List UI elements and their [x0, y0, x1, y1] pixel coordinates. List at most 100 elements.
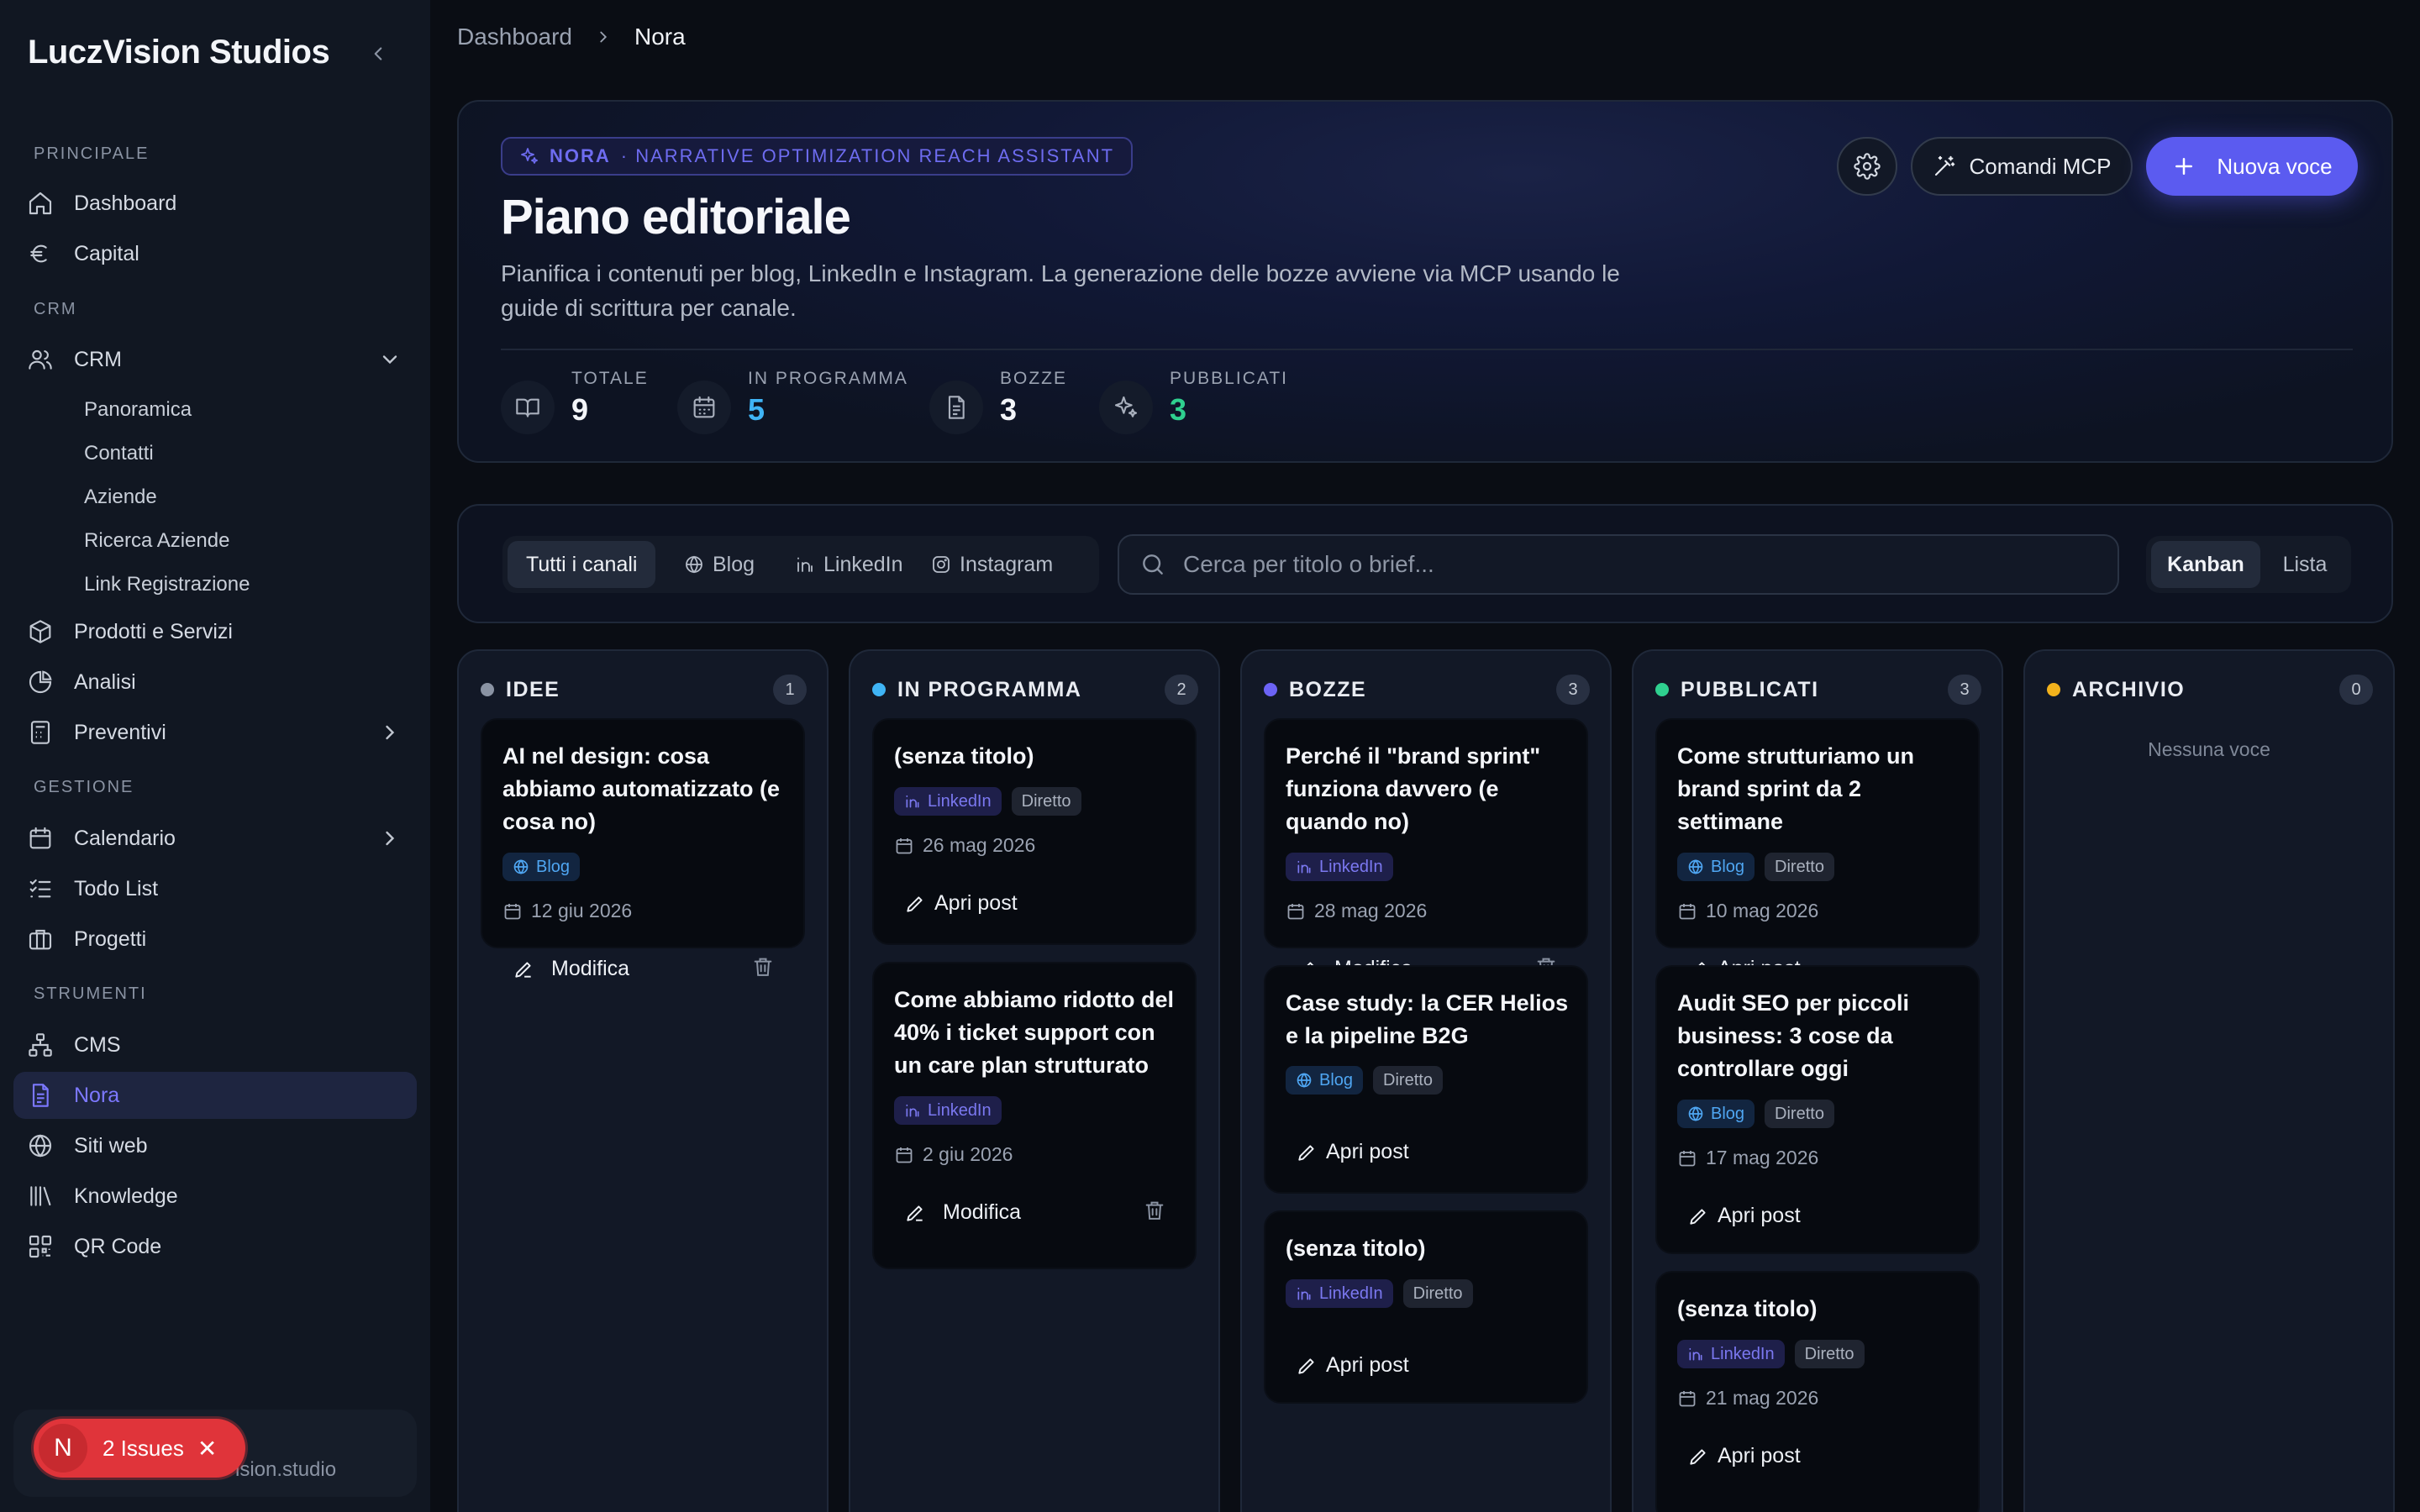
- sidebar-item-analisi[interactable]: Analisi: [13, 659, 417, 706]
- card-title: Case study: la CER Helios e la pipeline …: [1286, 990, 1569, 1048]
- kanban-card[interactable]: Come strutturiamo un brand sprint da 2 s…: [1655, 718, 1980, 980]
- kanban-card[interactable]: Come abbiamo ridotto del 40% i ticket su…: [872, 962, 1197, 1269]
- stat-label: TOTALE: [571, 369, 649, 388]
- sidebar-subitem-ricerca-aziende[interactable]: Ricerca Aziende: [84, 529, 229, 553]
- section-label-gestione: GESTIONE: [34, 778, 134, 796]
- tag-linkedin: LinkedIn: [894, 787, 1002, 816]
- sidebar-item-todo[interactable]: Todo List: [13, 865, 417, 912]
- stat-value: 9: [571, 392, 589, 427]
- kanban-card[interactable]: (senza titolo) LinkedIn Diretto 21 mag 2…: [1655, 1271, 1980, 1512]
- sidebar-item-siti-web[interactable]: Siti web: [13, 1122, 417, 1169]
- card-title: (senza titolo): [1677, 1296, 1818, 1321]
- view-kanban[interactable]: Kanban: [2151, 541, 2260, 588]
- hero-panel: NORA · NARRATIVE OPTIMIZATION REACH ASSI…: [457, 100, 2393, 463]
- calendar-icon: [29, 827, 51, 849]
- action-label: Apri post: [1326, 1140, 1409, 1163]
- kanban-card[interactable]: Perché il "brand sprint" funziona davver…: [1264, 718, 1588, 980]
- kanban-column-idee: IDEE 1 AI nel design: cosa abbiamo autom…: [457, 649, 829, 1512]
- card-tags: LinkedIn Diretto: [1286, 1279, 1483, 1308]
- card-date: 10 mag 2026: [1677, 900, 1818, 922]
- open-post-button[interactable]: Apri post: [904, 891, 1018, 916]
- tag-label: LinkedIn: [1711, 1344, 1775, 1363]
- tag-blog: Blog: [1677, 853, 1755, 881]
- issues-badge[interactable]: N 2 Issues ✕: [34, 1419, 245, 1478]
- sidebar-item-qr-code[interactable]: QR Code: [13, 1223, 417, 1270]
- open-post-button[interactable]: Apri post: [1296, 1140, 1409, 1164]
- tag-diretto: Diretto: [1373, 1066, 1443, 1095]
- kanban-card[interactable]: AI nel design: cosa abbiamo automatizzat…: [481, 718, 805, 980]
- column-count: 0: [2339, 675, 2373, 705]
- filter-all-channels[interactable]: Tutti i canali: [508, 541, 656, 588]
- sidebar-item-capital[interactable]: Capital: [13, 230, 417, 277]
- sidebar-subitem-aziende[interactable]: Aziende: [84, 486, 157, 509]
- collapse-sidebar-button[interactable]: [363, 39, 393, 69]
- card-date: 17 mag 2026: [1677, 1147, 1818, 1169]
- sidebar-subitem-panoramica[interactable]: Panoramica: [84, 398, 192, 422]
- sidebar-item-crm[interactable]: CRM: [13, 336, 417, 383]
- card-date: 26 mag 2026: [894, 834, 1035, 857]
- column-header: IDEE 1: [481, 673, 807, 706]
- open-post-button[interactable]: Apri post: [1296, 1353, 1409, 1378]
- view-lista[interactable]: Lista: [2264, 541, 2346, 588]
- sidebar-item-nora[interactable]: Nora: [13, 1072, 417, 1119]
- action-label: Apri post: [1718, 1204, 1801, 1227]
- globe-icon: [686, 555, 702, 574]
- sidebar-item-dashboard[interactable]: Dashboard: [13, 180, 417, 227]
- brand-name: LuczVision Studios: [28, 34, 330, 71]
- filter-instagram[interactable]: Instagram: [913, 541, 1071, 588]
- pencil-icon: [907, 1205, 923, 1221]
- action-label: Apri post: [1718, 1444, 1801, 1467]
- close-icon[interactable]: ✕: [197, 1435, 217, 1462]
- date-label: 17 mag 2026: [1706, 1147, 1819, 1168]
- sidebar-item-cms[interactable]: CMS: [13, 1021, 417, 1068]
- kanban-card[interactable]: Audit SEO per piccoli business: 3 cose d…: [1655, 965, 1980, 1254]
- kanban-card[interactable]: (senza titolo) LinkedIn Diretto Apri pos…: [1264, 1210, 1588, 1404]
- mcp-commands-button[interactable]: Comandi MCP: [1911, 137, 2133, 196]
- kanban-column-bozze: BOZZE 3 Perché il "brand sprint" funzion…: [1240, 649, 1612, 1512]
- edit-button[interactable]: Modifica: [513, 957, 629, 981]
- sidebar-subitem-contatti[interactable]: Contatti: [84, 442, 154, 465]
- search-input[interactable]: [1183, 551, 2091, 578]
- tag-blog: Blog: [1286, 1066, 1364, 1095]
- sidebar-item-progetti[interactable]: Progetti: [13, 916, 417, 963]
- linkedin-icon: [906, 1104, 919, 1117]
- card-tags: Blog Diretto: [1677, 853, 1844, 881]
- card-title: Audit SEO per piccoli business: 3 cose d…: [1677, 990, 1910, 1081]
- column-header: BOZZE 3: [1264, 673, 1590, 706]
- status-dot: [872, 683, 886, 696]
- card-title: (senza titolo): [1286, 1236, 1426, 1261]
- sidebar-item-label: Calendario: [74, 826, 176, 850]
- edit-button[interactable]: Modifica: [904, 1200, 1021, 1225]
- card-title: Come strutturiamo un brand sprint da 2 s…: [1677, 743, 1915, 834]
- status-dot: [1655, 683, 1669, 696]
- pencil-icon: [907, 895, 923, 912]
- sparkles-icon: [1099, 381, 1153, 434]
- kanban-card[interactable]: Case study: la CER Helios e la pipeline …: [1264, 965, 1588, 1194]
- magic-wand-icon: [1935, 155, 1955, 176]
- divider: [501, 349, 2353, 350]
- tag-label: LinkedIn: [1319, 857, 1383, 876]
- filter-blog[interactable]: Blog: [666, 541, 773, 588]
- filter-linkedin[interactable]: LinkedIn: [776, 541, 922, 588]
- trash-icon[interactable]: [751, 955, 775, 979]
- sidebar-item-preventivi[interactable]: Preventivi: [13, 709, 417, 756]
- sidebar-item-knowledge[interactable]: Knowledge: [13, 1173, 417, 1220]
- tag-label: LinkedIn: [928, 1100, 992, 1120]
- breadcrumb: Dashboard Nora: [457, 24, 686, 50]
- globe-icon: [29, 1134, 52, 1158]
- tag-label: Blog: [1319, 1070, 1354, 1089]
- sidebar-item-label: Analisi: [74, 669, 136, 694]
- trash-icon[interactable]: [1143, 1199, 1166, 1222]
- sidebar-subitem-link-registrazione[interactable]: Link Registrazione: [84, 573, 250, 596]
- kanban-card[interactable]: (senza titolo) LinkedIn Diretto 26 mag 2…: [872, 718, 1197, 945]
- open-post-button[interactable]: Apri post: [1687, 1204, 1801, 1228]
- open-post-button[interactable]: Apri post: [1687, 1444, 1801, 1468]
- card-title: (senza titolo): [894, 743, 1034, 769]
- settings-button[interactable]: [1837, 137, 1897, 196]
- sidebar-item-calendario[interactable]: Calendario: [13, 815, 417, 862]
- new-entry-button[interactable]: Nuova voce: [2146, 137, 2358, 196]
- action-label: Apri post: [1326, 1353, 1409, 1377]
- sidebar-item-prodotti[interactable]: Prodotti e Servizi: [13, 608, 417, 655]
- breadcrumb-current: Nora: [634, 24, 686, 50]
- breadcrumb-dashboard[interactable]: Dashboard: [457, 24, 572, 50]
